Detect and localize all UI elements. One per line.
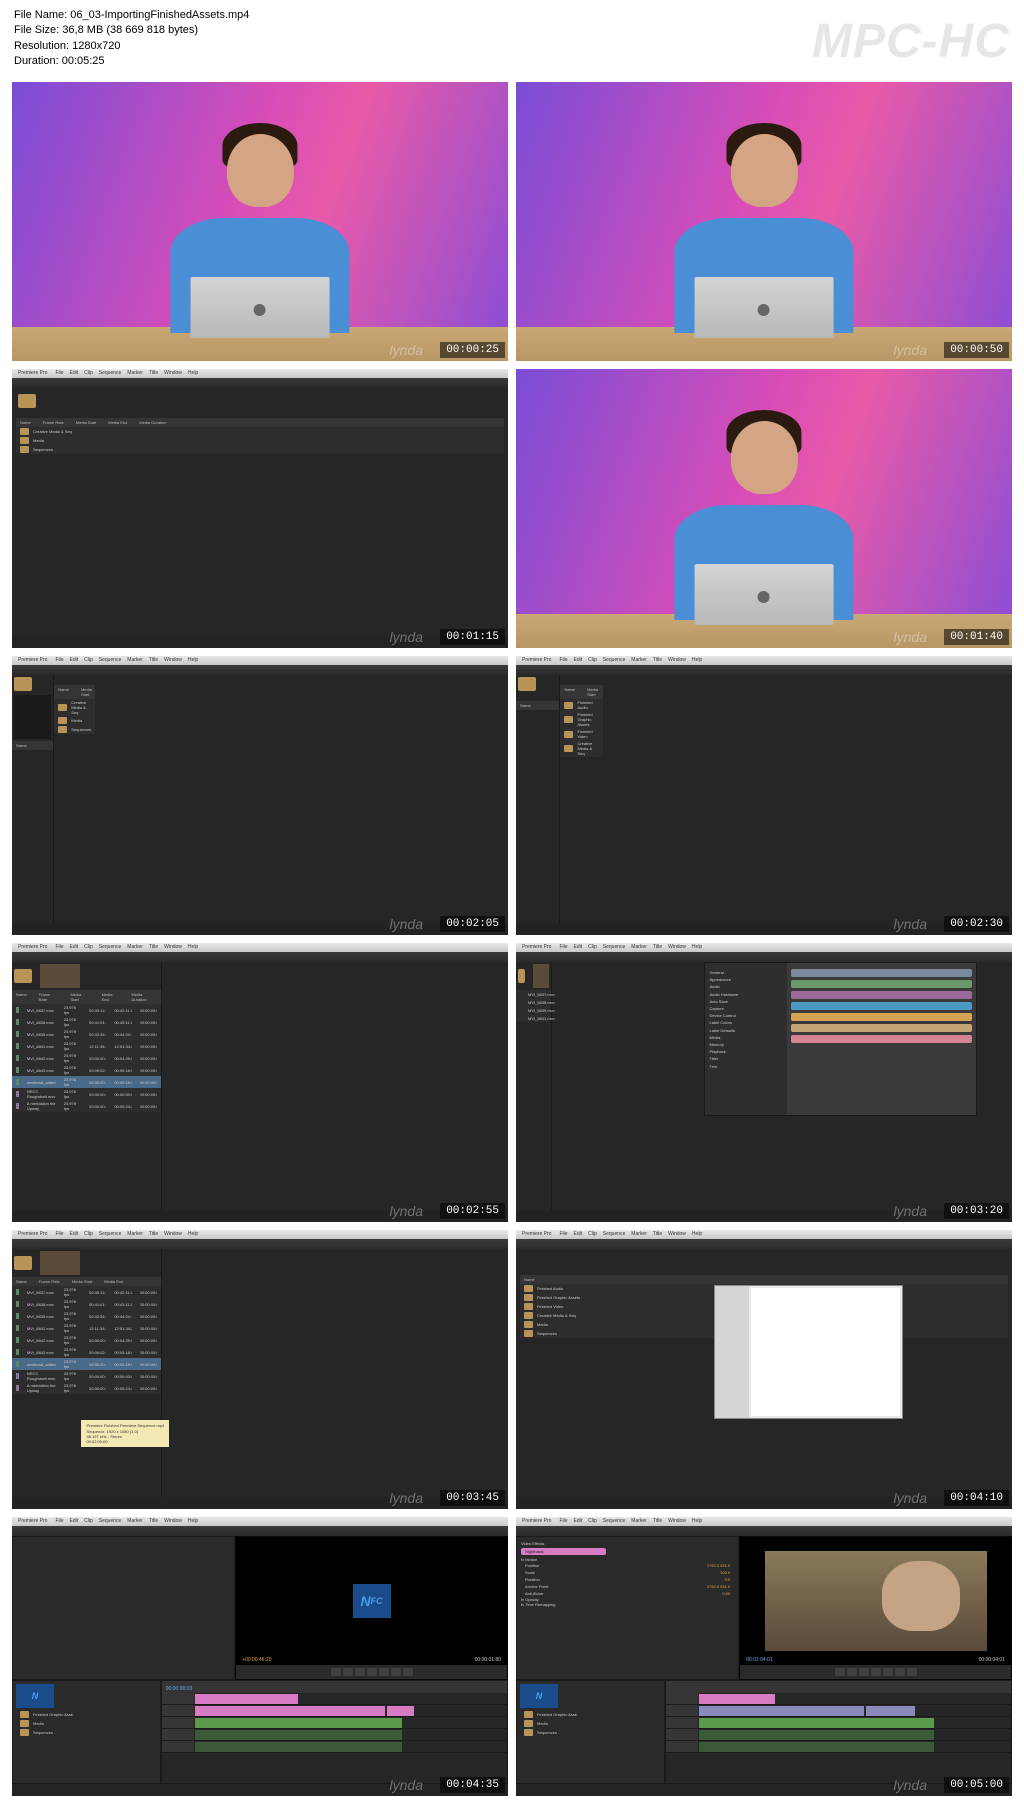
file-info-header: File Name: 06_03-ImportingFinishedAssets… xyxy=(0,0,1024,76)
preferences-dialog[interactable]: GeneralAppearanceAudioAudio HardwareAuto… xyxy=(704,962,977,1115)
logo-preview: NFC xyxy=(353,1584,391,1618)
bin-folder-icon xyxy=(18,394,36,408)
import-dialog[interactable] xyxy=(714,1285,902,1419)
thumbnail-2[interactable]: lynda 00:00:50 xyxy=(516,82,1012,361)
timecode: 00:01:15 xyxy=(440,629,505,645)
timecode: 00:00:50 xyxy=(944,342,1009,358)
timeline-panel[interactable]: 00:00:00:03 xyxy=(161,1680,508,1784)
timecode: 00:00:25 xyxy=(440,342,505,358)
video-preview xyxy=(765,1551,987,1651)
clip-tooltip: Premiere Finished Premiere Sequence.mp4 … xyxy=(81,1420,169,1447)
clip-list[interactable]: MVI_6837.mov23.976 fps00:40:11:1700:42:1… xyxy=(12,1004,161,1112)
thumbnail-5[interactable]: Premiere ProFileEditClipSequenceMarkerTi… xyxy=(12,656,508,935)
effects-panel[interactable] xyxy=(12,1536,235,1680)
thumbnail-7[interactable]: Premiere ProFileEditClipSequenceMarkerTi… xyxy=(12,943,508,1222)
thumbnail-9[interactable]: Premiere ProFileEditClipSequenceMarkerTi… xyxy=(12,1230,508,1509)
window-titlebar xyxy=(12,378,508,388)
timecode: 00:01:40 xyxy=(944,629,1009,645)
transport-controls[interactable] xyxy=(236,1665,507,1679)
bin-row[interactable]: Creative Media & Seq xyxy=(16,427,504,436)
project-panel[interactable]: N Finished Graphic Asse Media Sequences xyxy=(12,1680,161,1784)
thumbnail-10[interactable]: Premiere ProFileEditClipSequenceMarkerTi… xyxy=(516,1230,1012,1509)
bin-columns[interactable]: NameFrame RateMedia StartMedia EndMedia … xyxy=(16,418,504,427)
thumbnail-8[interactable]: Premiere ProFileEditClipSequenceMarkerTi… xyxy=(516,943,1012,1222)
thumbnail-12[interactable]: Premiere ProFileEditClipSequenceMarkerTi… xyxy=(516,1517,1012,1796)
thumbnail-4[interactable]: lynda 00:01:40 xyxy=(516,369,1012,648)
thumbnail-1[interactable]: lynda 00:00:25 xyxy=(12,82,508,361)
thumbnail-3[interactable]: Premiere Pro FileEditClipSequenceMarkerT… xyxy=(12,369,508,648)
bin-row[interactable]: Media xyxy=(16,436,504,445)
program-monitor[interactable]: 00:01:04:01 00:00:04:01 xyxy=(739,1536,1012,1680)
bin-row[interactable]: Sequences xyxy=(16,445,504,454)
source-monitor[interactable]: NFC +00:00:46:20 00:00:01:80 xyxy=(235,1536,508,1680)
thumbnail-11[interactable]: Premiere ProFileEditClipSequenceMarkerTi… xyxy=(12,1517,508,1796)
menubar[interactable]: Premiere Pro FileEditClipSequenceMarkerT… xyxy=(12,369,508,379)
thumbnail-grid: lynda 00:00:25 lynda 00:00:50 Premiere P… xyxy=(0,76,1024,1808)
thumbnail-6[interactable]: Premiere ProFileEditClipSequenceMarkerTi… xyxy=(516,656,1012,935)
player-watermark: MPC-HC xyxy=(812,14,1010,69)
effect-controls[interactable]: Video Effects Nighthawk fx Motion Positi… xyxy=(516,1536,739,1680)
